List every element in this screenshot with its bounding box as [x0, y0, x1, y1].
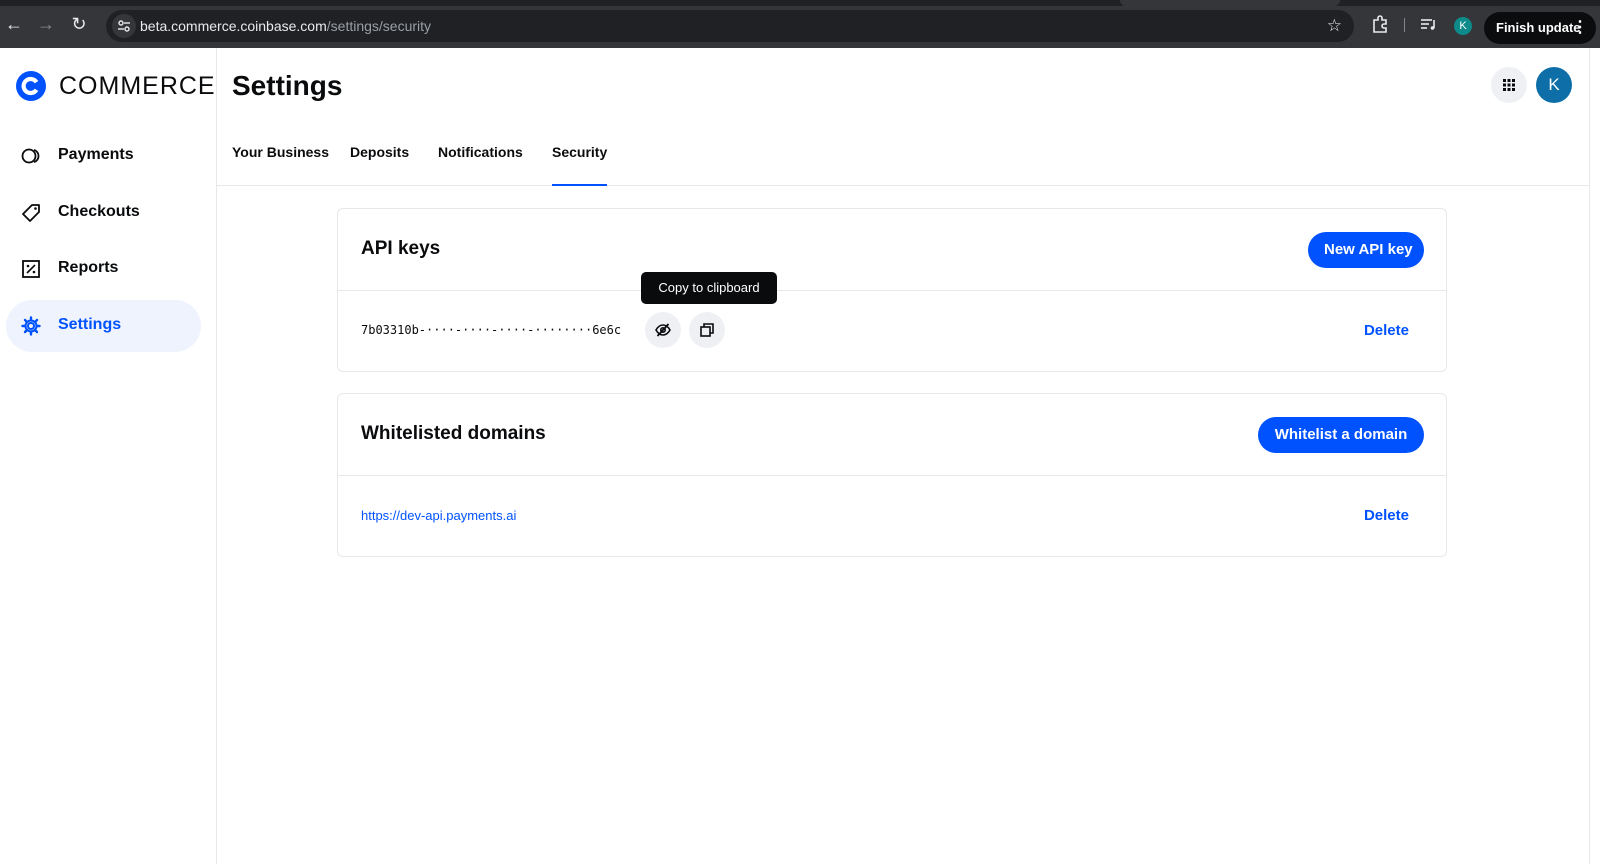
- chrome-profile-avatar[interactable]: K: [1454, 17, 1472, 35]
- sidebar-item-checkouts[interactable]: Checkouts: [6, 187, 201, 239]
- tab-your-business[interactable]: Your Business: [232, 134, 329, 186]
- copy-to-clipboard-button[interactable]: [689, 312, 725, 348]
- payments-icon: [21, 148, 40, 164]
- url-path: /settings/security: [326, 18, 432, 34]
- address-bar[interactable]: beta.commerce.coinbase.com/settings/secu…: [106, 10, 1354, 42]
- tab-notifications[interactable]: Notifications: [438, 134, 523, 186]
- tag-icon: [22, 204, 40, 222]
- api-keys-card: API keys New API key 7b03310b-····-····-…: [337, 208, 1447, 372]
- api-keys-header: API keys New API key: [338, 209, 1446, 291]
- sidebar-item-label: Checkouts: [58, 203, 140, 220]
- reload-icon[interactable]: ↻: [69, 14, 89, 34]
- browser-toolbar: ← → ↻ beta.commerce.coinbase.com/setting…: [0, 0, 1600, 48]
- sidebar-item-label: Reports: [58, 259, 119, 276]
- api-keys-title: API keys: [361, 238, 441, 259]
- main-content: Settings K Your Business Deposits Notifi…: [217, 48, 1590, 864]
- delete-api-key-button[interactable]: Delete: [1364, 322, 1409, 339]
- tab-strip: [0, 0, 1600, 6]
- forward-arrow-icon[interactable]: →: [36, 14, 56, 34]
- eye-off-icon: [655, 323, 671, 337]
- finish-update-button[interactable]: Finish update ⋮: [1484, 12, 1596, 44]
- finish-update-label: Finish update: [1496, 20, 1581, 35]
- coinbase-logo-icon: [16, 71, 46, 101]
- sidebar-item-payments[interactable]: Payments: [6, 130, 201, 182]
- settings-tabs: Your Business Deposits Notifications Sec…: [217, 134, 1590, 186]
- sidebar-item-reports[interactable]: Reports: [6, 243, 201, 295]
- whitelisted-domains-card: Whitelisted domains Whitelist a domain h…: [337, 393, 1447, 557]
- user-avatar[interactable]: K: [1536, 67, 1572, 103]
- toolbar-divider: [1404, 18, 1405, 32]
- new-api-key-button[interactable]: New API key: [1308, 232, 1424, 268]
- tab-deposits[interactable]: Deposits: [350, 134, 409, 186]
- star-icon[interactable]: ☆: [1327, 16, 1342, 36]
- media-controls-icon[interactable]: [1418, 14, 1438, 34]
- copy-tooltip: Copy to clipboard: [641, 272, 777, 304]
- apps-grid-icon: [1503, 79, 1515, 91]
- whitelist-domain-button[interactable]: Whitelist a domain: [1258, 417, 1424, 453]
- app-root: COMMERCE Payments Checkouts Reports Sett…: [0, 48, 1600, 864]
- url-host: beta.commerce.coinbase.com: [140, 18, 327, 34]
- whitelisted-domains-header: Whitelisted domains Whitelist a domain: [338, 394, 1446, 476]
- domain-row: https://dev-api.payments.ai Delete: [338, 476, 1446, 556]
- domain-link[interactable]: https://dev-api.payments.ai: [361, 508, 516, 523]
- toggle-visibility-button[interactable]: [645, 312, 681, 348]
- reports-icon: [22, 260, 40, 278]
- sidebar-item-label: Settings: [58, 316, 122, 333]
- sidebar: COMMERCE Payments Checkouts Reports Sett…: [0, 48, 217, 864]
- more-vert-icon[interactable]: ⋮: [1572, 12, 1588, 44]
- brand-name: COMMERCE: [59, 72, 216, 100]
- sidebar-item-label: Payments: [58, 146, 134, 163]
- extensions-icon[interactable]: [1370, 14, 1390, 34]
- api-key-value: 7b03310b-····-····-····-········6e6c: [361, 323, 622, 337]
- site-settings-icon[interactable]: [112, 14, 136, 38]
- tab-security[interactable]: Security: [552, 134, 608, 186]
- gear-icon: [21, 316, 41, 336]
- url-text: beta.commerce.coinbase.com/settings/secu…: [140, 18, 431, 34]
- copy-icon: [700, 323, 714, 337]
- back-arrow-icon[interactable]: ←: [4, 14, 24, 34]
- apps-grid-button[interactable]: [1491, 67, 1527, 103]
- whitelisted-domains-title: Whitelisted domains: [361, 423, 546, 444]
- api-key-row: 7b03310b-····-····-····-········6e6c Del…: [338, 291, 1446, 371]
- active-tab-edge: [1120, 0, 1340, 6]
- delete-domain-button[interactable]: Delete: [1364, 507, 1409, 524]
- sidebar-item-settings[interactable]: Settings: [6, 300, 201, 352]
- page-title: Settings: [232, 70, 343, 101]
